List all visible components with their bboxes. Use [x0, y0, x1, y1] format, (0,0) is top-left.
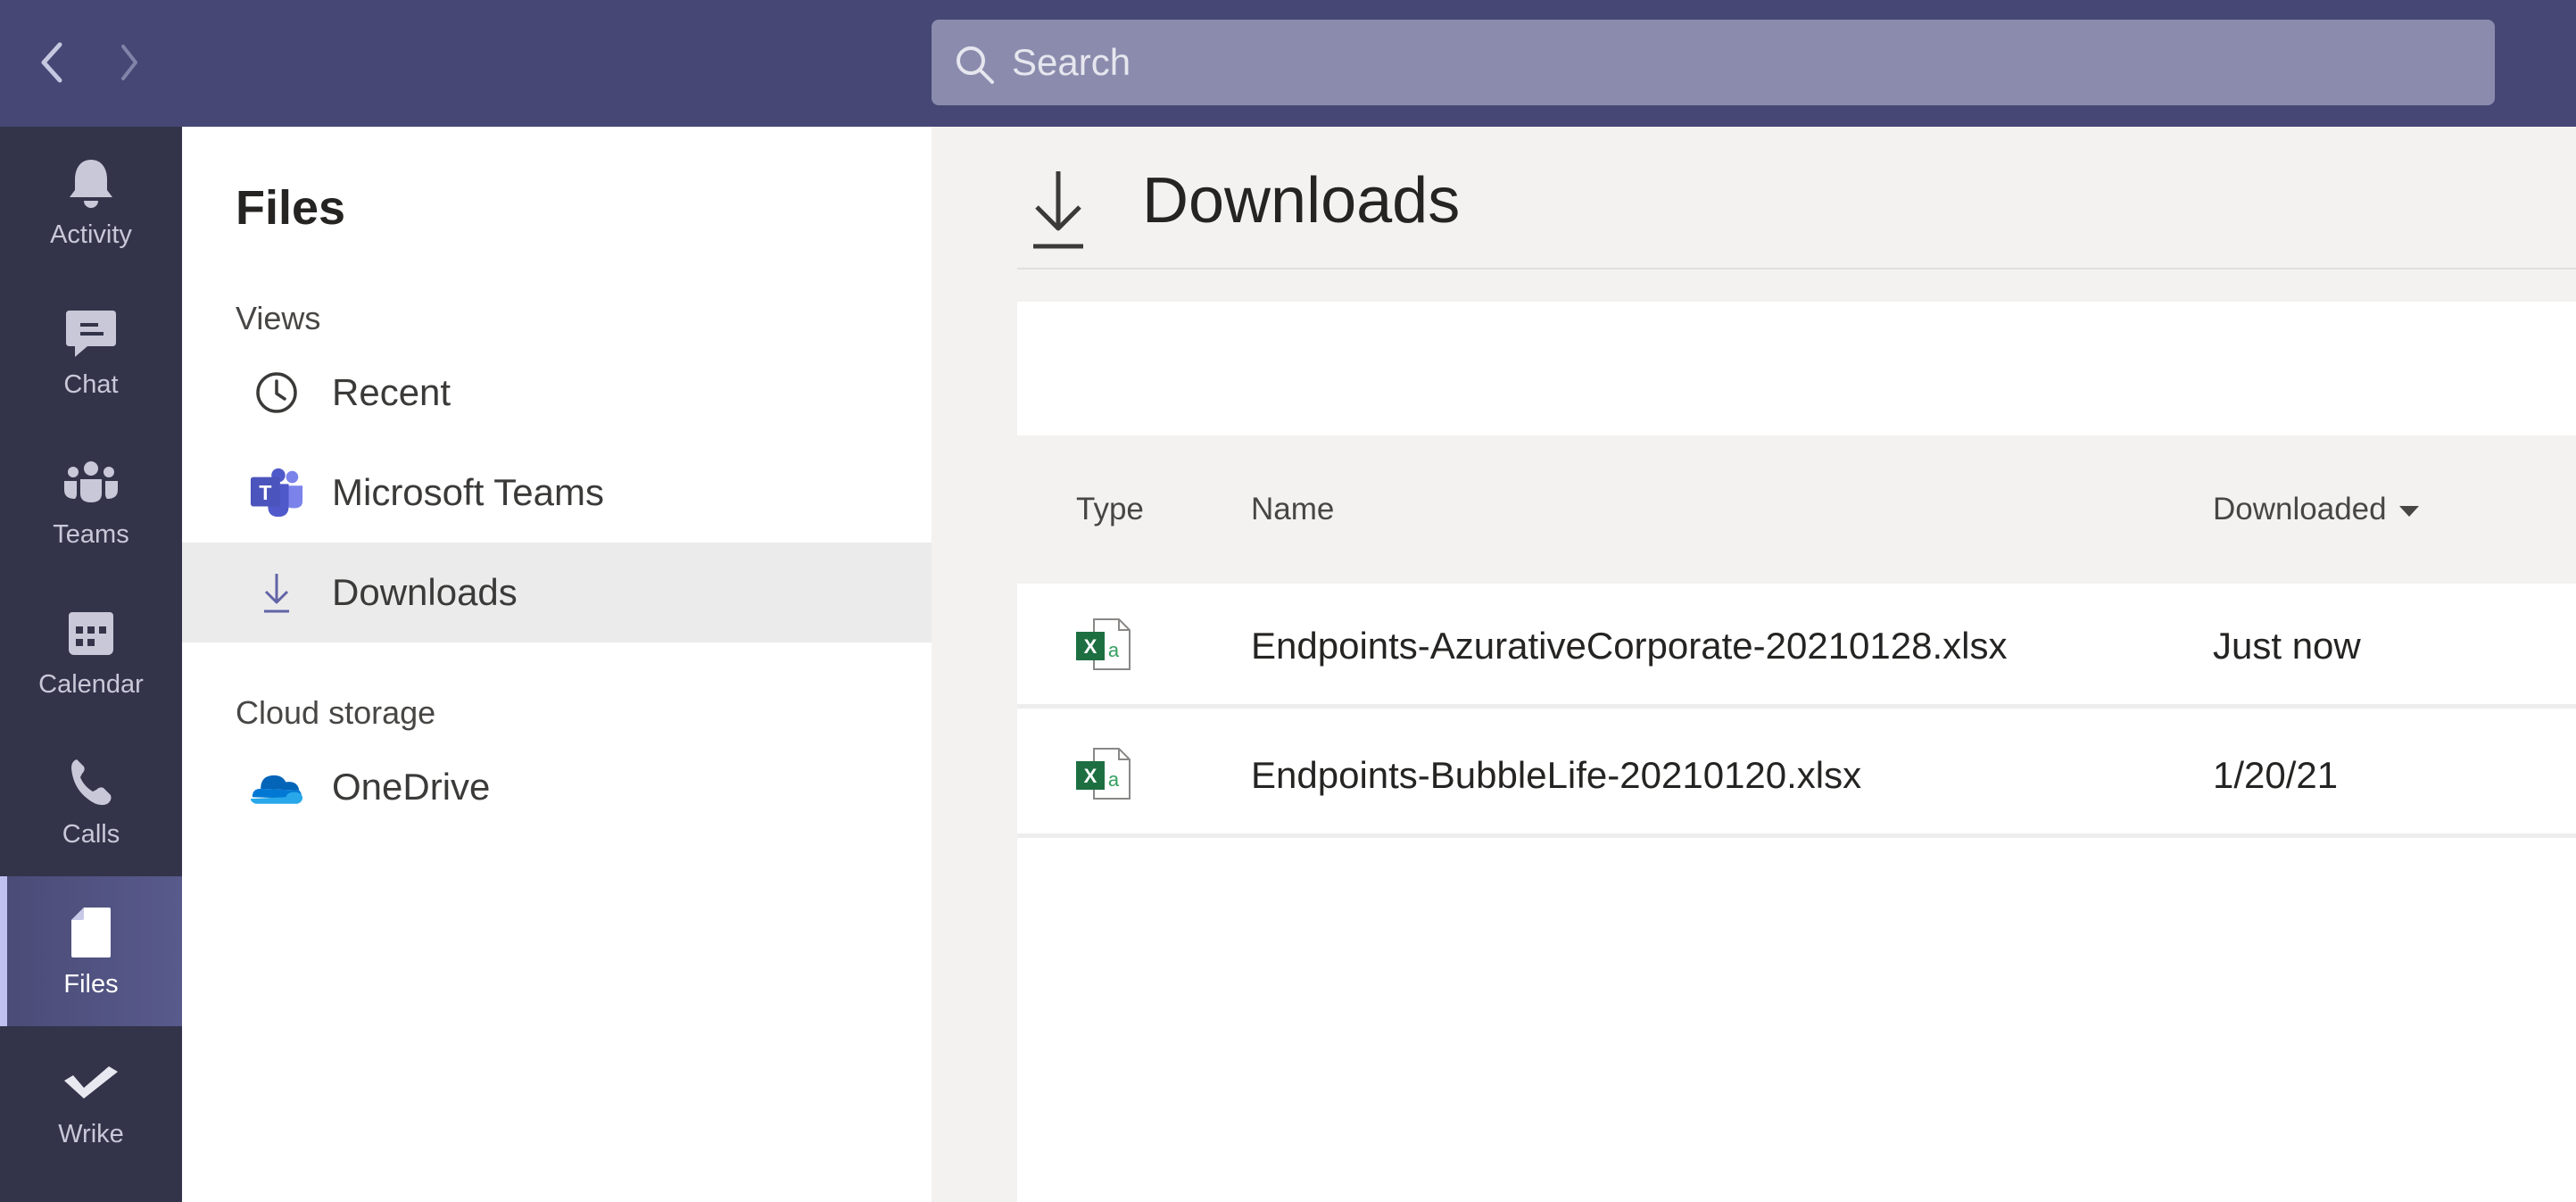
svg-text:a: a	[1108, 768, 1120, 791]
nav-item-label: Downloads	[332, 571, 518, 613]
search-placeholder: Search	[1012, 41, 1131, 83]
svg-text:X: X	[1084, 765, 1097, 787]
active-indicator	[0, 876, 7, 1026]
toolbar-area	[1017, 302, 2576, 435]
column-header-label: Downloaded	[2213, 492, 2387, 526]
files-nav-pane: Files Views Recent T Microsoft Teams Dow…	[182, 127, 932, 1202]
chat-icon	[62, 304, 120, 361]
svg-text:X: X	[1084, 635, 1097, 658]
rail-label: Wrike	[58, 1119, 124, 1148]
nav-item-downloads[interactable]: Downloads	[182, 543, 932, 642]
clock-icon	[249, 368, 304, 418]
pane-title: Files	[236, 181, 346, 235]
chevron-right-icon	[121, 45, 137, 80]
rail-item-teams[interactable]: Teams	[0, 427, 182, 576]
onedrive-icon	[249, 762, 304, 812]
nav-item-microsoft-teams[interactable]: T Microsoft Teams	[182, 443, 932, 543]
app-rail: Activity Chat Teams Calendar Calls Files…	[0, 127, 182, 1202]
column-header-downloaded[interactable]: Downloaded	[2213, 435, 2419, 584]
chevron-left-icon	[41, 42, 62, 83]
excel-file-icon: a X	[1076, 748, 1131, 800]
rail-label: Teams	[53, 519, 129, 549]
nav-item-label: OneDrive	[332, 766, 491, 808]
file-downloaded-date: 1/20/21	[2213, 754, 2339, 796]
page-header: Downloads	[1017, 127, 2576, 269]
nav-item-onedrive[interactable]: OneDrive	[182, 737, 932, 837]
column-header-name[interactable]: Name	[1251, 435, 1334, 584]
file-name[interactable]: Endpoints-BubbleLife-20210120.xlsx	[1251, 713, 1861, 838]
phone-icon	[62, 754, 120, 811]
nav-item-recent[interactable]: Recent	[182, 343, 932, 443]
main-content: Downloads Type Name Downloaded a X Endpo…	[932, 127, 2576, 1202]
bell-icon	[62, 154, 120, 211]
svg-text:a: a	[1108, 639, 1120, 661]
rail-item-activity[interactable]: Activity	[0, 127, 182, 277]
back-button[interactable]	[29, 36, 74, 89]
table-row[interactable]: a X Endpoints-AzurativeCorporate-2021012…	[1017, 584, 2576, 709]
sort-descending-icon	[2398, 506, 2419, 517]
search-icon	[957, 46, 994, 84]
excel-file-icon: a X	[1076, 618, 1131, 670]
nav-item-label: Recent	[332, 371, 451, 413]
rail-item-files[interactable]: Files	[0, 876, 182, 1026]
rail-label: Files	[63, 969, 119, 999]
rail-label: Calls	[62, 819, 120, 849]
download-icon	[249, 568, 304, 618]
file-name[interactable]: Endpoints-AzurativeCorporate-20210128.xl…	[1251, 584, 2008, 709]
list-rows: a X Endpoints-AzurativeCorporate-2021012…	[1017, 584, 2576, 1202]
file-downloaded-date: Just now	[2213, 625, 2361, 667]
download-icon	[1033, 171, 1083, 249]
wrike-icon	[62, 1054, 120, 1111]
rail-item-calls[interactable]: Calls	[0, 726, 182, 876]
rail-label: Chat	[63, 369, 119, 399]
rail-item-wrike[interactable]: Wrike	[0, 1026, 182, 1176]
calendar-icon	[62, 604, 120, 661]
search-box[interactable]: Search	[932, 20, 2495, 105]
table-row[interactable]: a X Endpoints-BubbleLife-20210120.xlsx 1…	[1017, 713, 2576, 838]
nav-item-label: Microsoft Teams	[332, 471, 604, 513]
rail-label: Activity	[50, 220, 132, 249]
forward-button[interactable]	[107, 36, 152, 89]
file-icon	[62, 904, 120, 961]
file-list: Type Name Downloaded a X Endpoints-Azura…	[1017, 435, 2576, 1202]
column-header-type[interactable]: Type	[1076, 435, 1144, 584]
section-label-views: Views	[236, 300, 321, 336]
rail-item-calendar[interactable]: Calendar	[0, 576, 182, 726]
rail-item-chat[interactable]: Chat	[0, 277, 182, 427]
page-title: Downloads	[1142, 165, 1461, 236]
title-bar: Search	[0, 0, 2576, 127]
rail-label: Calendar	[38, 669, 144, 699]
svg-text:T: T	[259, 481, 271, 504]
list-header: Type Name Downloaded	[1017, 435, 2576, 584]
section-label-cloud-storage: Cloud storage	[236, 694, 436, 731]
teams-icon	[62, 454, 120, 511]
microsoft-teams-icon: T	[249, 468, 304, 518]
